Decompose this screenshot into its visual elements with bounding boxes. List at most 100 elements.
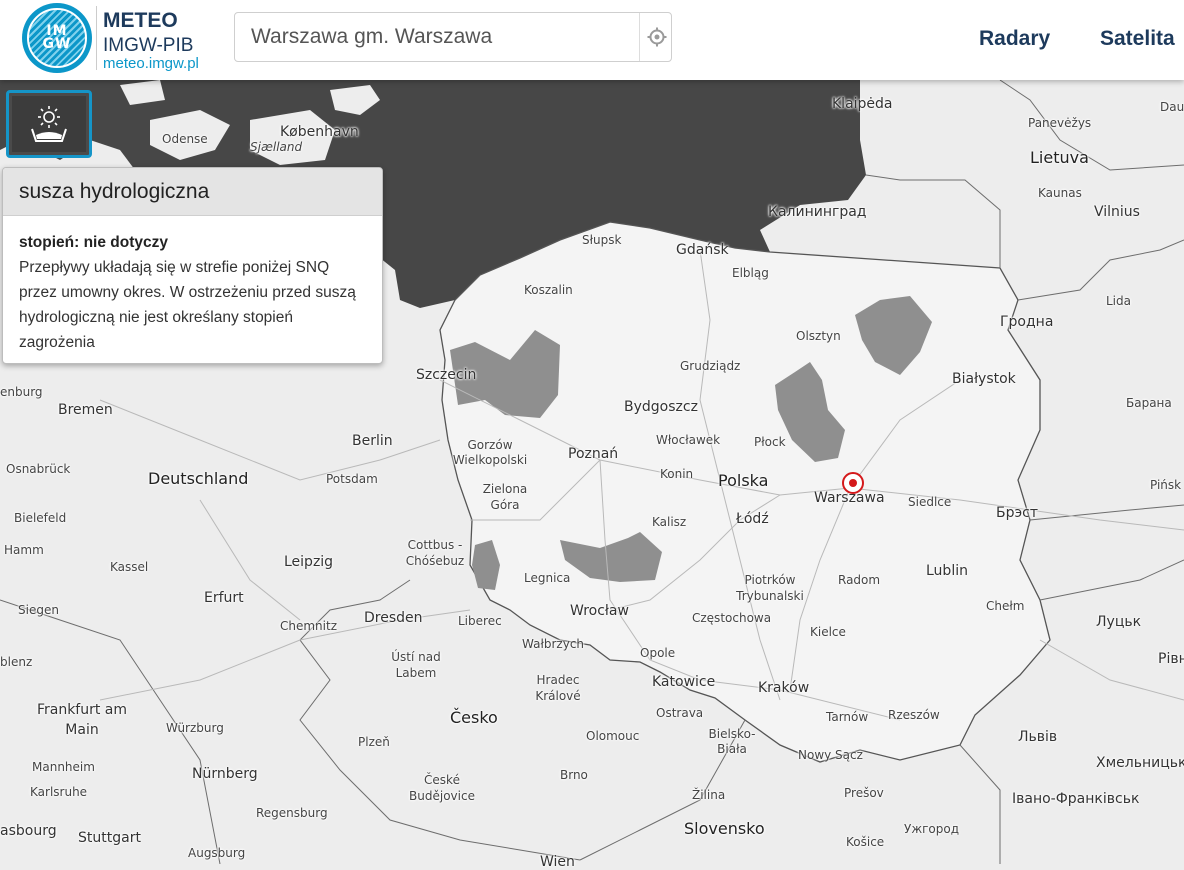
map-label-city: Augsburg (188, 846, 246, 860)
map-label-city: Rzeszów (888, 708, 940, 722)
map-label-city: Poznań (568, 446, 619, 462)
imgw-logo[interactable]: IM GW (22, 3, 92, 73)
map-label-city: Гродна (1000, 314, 1054, 330)
map-label-city: Białystok (952, 371, 1016, 387)
map-label-country: Lietuva (1030, 148, 1089, 167)
brand-name: METEO (103, 9, 178, 32)
map-label-city: Lida (1106, 294, 1131, 308)
map-label-city: Siedlce (908, 495, 952, 509)
top-bar: IM GW METEO IMGW-PIB meteo.imgw.pl Radar… (0, 0, 1184, 80)
map-label-city: Włocławek (656, 433, 721, 447)
map-label-city: Koszalin (524, 283, 573, 297)
map-label-city: Częstochowa (692, 611, 772, 625)
warning-layer-icon-wrap (12, 96, 86, 152)
brand-divider (96, 6, 97, 70)
map-label-city: Katowice (652, 674, 716, 690)
map-label-city: Hradec Králové (535, 673, 581, 703)
popup-description: Przepływy układają się w strefie poniżej… (19, 259, 356, 351)
map-label-city: Piotrków Trybunalski (736, 573, 804, 603)
map-label-city: Olsztyn (796, 329, 841, 343)
map-label-city: Słupsk (582, 233, 622, 247)
map-label-city: Košice (846, 835, 885, 849)
map-label-city: Wałbrzych (522, 637, 585, 651)
map-label-city: Ужгород (904, 822, 960, 836)
map-label-city: České Budějovice (409, 773, 475, 803)
location-marker-icon[interactable] (842, 472, 864, 494)
map-label-city: blenz (0, 655, 33, 669)
map-label-city: Mannheim (32, 760, 95, 774)
map-label-city: Bremen (58, 402, 113, 418)
map-label-city: Radom (838, 573, 881, 587)
map-label-city: Bielsko-Biała (708, 727, 756, 756)
nav-satelita[interactable]: Satelita (1100, 27, 1175, 51)
map-label-city: Regensburg (256, 806, 328, 820)
map-label-city: Zielona Góra (482, 482, 528, 512)
map-label-city: Grudziądz (680, 359, 741, 373)
popup-body: stopień: nie dotyczy Przepływy układają … (3, 216, 382, 363)
map-label-city: Львів (1018, 729, 1058, 745)
location-marker-dot (849, 479, 857, 487)
map-label-city: Gorzów Wielkopolski (452, 438, 528, 467)
map-label-city: Ústí nad Labem (391, 650, 441, 680)
map-label-city: Łódź (736, 511, 769, 527)
map-label-city: Žilina (692, 788, 726, 802)
map-label-city: Lublin (926, 563, 968, 579)
map-label-city: Chemnitz (280, 619, 337, 633)
map-label-city: Рівн (1158, 651, 1184, 667)
warning-layer-button[interactable] (6, 90, 92, 158)
map-label-city: Івано-Франківськ (1012, 791, 1140, 807)
map-label-city: Brno (560, 768, 588, 782)
map-label-city: Olomouc (586, 729, 640, 743)
map-label-country: Slovensko (684, 819, 765, 838)
map-label-city: Wrocław (570, 603, 629, 619)
map-label-city: Frankfurt am Main (36, 702, 128, 738)
map-label-city: Legnica (524, 571, 571, 585)
map-label-country: Polska (718, 471, 769, 490)
map-label-city: Tarnów (826, 710, 869, 724)
map-label-region: Sjælland (250, 140, 303, 154)
map-label-city: Dresden (364, 610, 423, 626)
map-label-city: Cottbus - Chóśebuz (405, 538, 465, 568)
map[interactable]: Klaipėda Panevėžys Lietuva Kaunas Vilniu… (0, 0, 1184, 870)
map-label-city: Szczecin (416, 367, 477, 383)
map-label-city: Osnabrück (6, 462, 71, 476)
map-label-city: Брэст (996, 505, 1039, 521)
map-label-city: Vilnius (1094, 204, 1140, 220)
location-search-input[interactable] (251, 13, 631, 61)
locate-target-icon (647, 27, 667, 47)
map-label-city: Nürnberg (192, 766, 258, 782)
map-label-city: Луцьк (1096, 614, 1142, 630)
map-label-country: Deutschland (148, 469, 249, 488)
map-label-city: Wien (540, 854, 575, 870)
map-label-city: Płock (754, 435, 786, 449)
map-label-city: Bielefeld (14, 511, 67, 525)
popup-level: stopień: nie dotyczy (19, 234, 168, 251)
map-label-city: Stuttgart (78, 830, 141, 846)
brand-url[interactable]: meteo.imgw.pl (103, 55, 199, 72)
map-label-city: Elbląg (732, 266, 769, 280)
map-label-city: Panevėžys (1028, 116, 1092, 130)
map-label-city: Pińsk (1150, 478, 1182, 492)
location-search (234, 12, 672, 62)
map-label-city: København (280, 124, 359, 140)
map-label-city: Kassel (110, 560, 149, 574)
nav-radary[interactable]: Radary (979, 27, 1050, 51)
logo-text: IM GW (36, 24, 78, 51)
map-label-city: Nowy Sącz (798, 748, 863, 762)
map-label-city: Berlin (352, 433, 393, 449)
search-divider (639, 13, 640, 61)
warning-popup: susza hydrologiczna stopień: nie dotyczy… (2, 167, 383, 364)
map-label-city: Odense (162, 132, 208, 146)
map-label-city: asbourg (0, 823, 57, 839)
locate-button[interactable] (641, 13, 673, 61)
map-label-city: Калининград (768, 204, 867, 220)
map-label-city: Kielce (810, 625, 846, 639)
map-label-city: Kalisz (652, 515, 687, 529)
map-label-city: Würzburg (166, 721, 224, 735)
map-label-city: Kaunas (1038, 186, 1082, 200)
logo-ring: IM GW (27, 8, 87, 68)
map-label-city: Gdańsk (676, 242, 729, 258)
map-label-city: Chełm (986, 599, 1025, 613)
map-label-city: Karlsruhe (30, 785, 88, 799)
map-label-city: Siegen (18, 603, 59, 617)
